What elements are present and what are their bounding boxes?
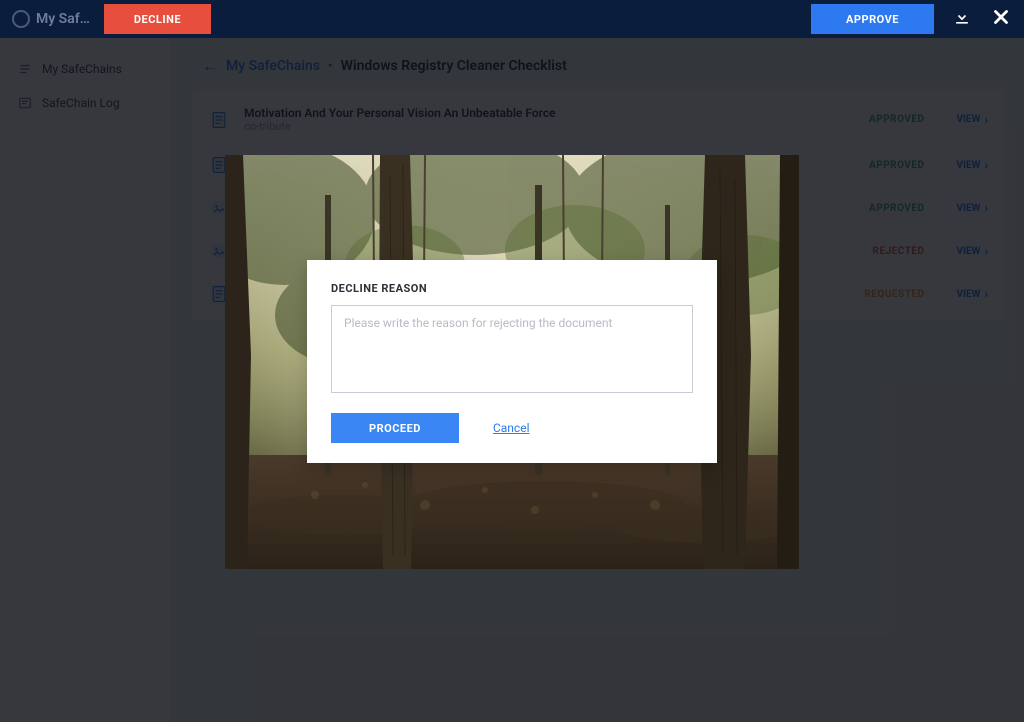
app-header-overlayed: My Saf… DECLINE APPROVE <box>0 0 1024 38</box>
decline-button[interactable]: DECLINE <box>104 4 211 34</box>
cancel-link[interactable]: Cancel <box>493 421 530 435</box>
proceed-button[interactable]: PROCEED <box>331 413 459 443</box>
approve-button[interactable]: APPROVE <box>811 4 934 34</box>
decline-reason-input[interactable] <box>331 305 693 393</box>
brand-text: My Saf… <box>36 11 90 27</box>
decline-reason-modal: DECLINE REASON PROCEED Cancel <box>307 260 717 463</box>
brand-logo: My Saf… <box>12 10 90 28</box>
download-icon[interactable] <box>952 7 972 31</box>
modal-actions: PROCEED Cancel <box>331 413 693 443</box>
header-actions: APPROVE <box>811 4 1012 34</box>
modal-title: DECLINE REASON <box>331 282 693 295</box>
logo-icon <box>12 10 30 28</box>
close-icon[interactable] <box>990 6 1012 32</box>
